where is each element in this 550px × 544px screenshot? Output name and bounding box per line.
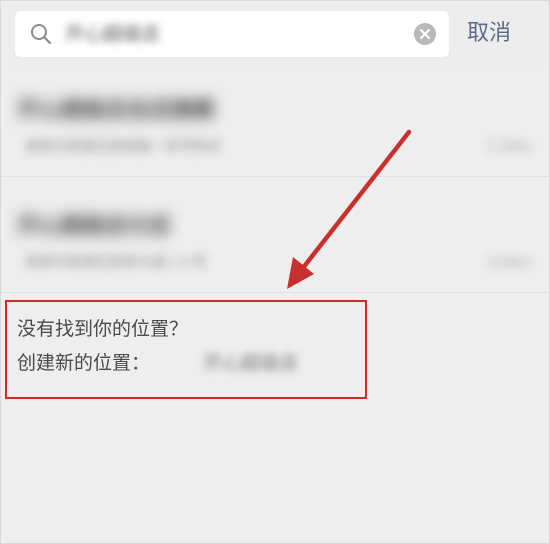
location-address: 某某市某某区某某大道二十号 bbox=[25, 255, 207, 271]
location-distance: 1.2km bbox=[486, 139, 531, 155]
search-input[interactable]: 开心超级店 bbox=[15, 11, 449, 57]
cancel-button[interactable]: 取消 bbox=[467, 20, 511, 48]
search-bar: 开心超级店 取消 bbox=[1, 1, 549, 69]
create-location-button[interactable]: 没有找到你的位置？ 创建新的位置： 开心超级店 bbox=[5, 300, 367, 399]
location-title: 开心超级店分店 bbox=[17, 214, 172, 239]
create-location-label: 创建新的位置： bbox=[17, 352, 151, 374]
create-location-name: 开心超级店 bbox=[203, 352, 299, 374]
not-found-text: 没有找到你的位置？ bbox=[17, 318, 189, 340]
location-search-screen: 开心超级店 取消 开心超级店总店旗舰 某某市某某区某某路一百号附近 1.2km … bbox=[0, 0, 550, 544]
search-query-text: 开心超级店 bbox=[65, 23, 161, 45]
location-address: 某某市某某区某某路一百号附近 bbox=[25, 139, 221, 155]
clear-icon[interactable] bbox=[413, 22, 437, 46]
location-title: 开心超级店总店旗舰 bbox=[17, 98, 216, 123]
search-icon bbox=[29, 22, 53, 46]
location-result-item[interactable]: 开心超级店分店 某某市某某区某某大道二十号 3.5km bbox=[1, 193, 549, 293]
location-result-item[interactable]: 开心超级店总店旗舰 某某市某某区某某路一百号附近 1.2km bbox=[1, 77, 549, 177]
location-distance: 3.5km bbox=[486, 255, 531, 271]
